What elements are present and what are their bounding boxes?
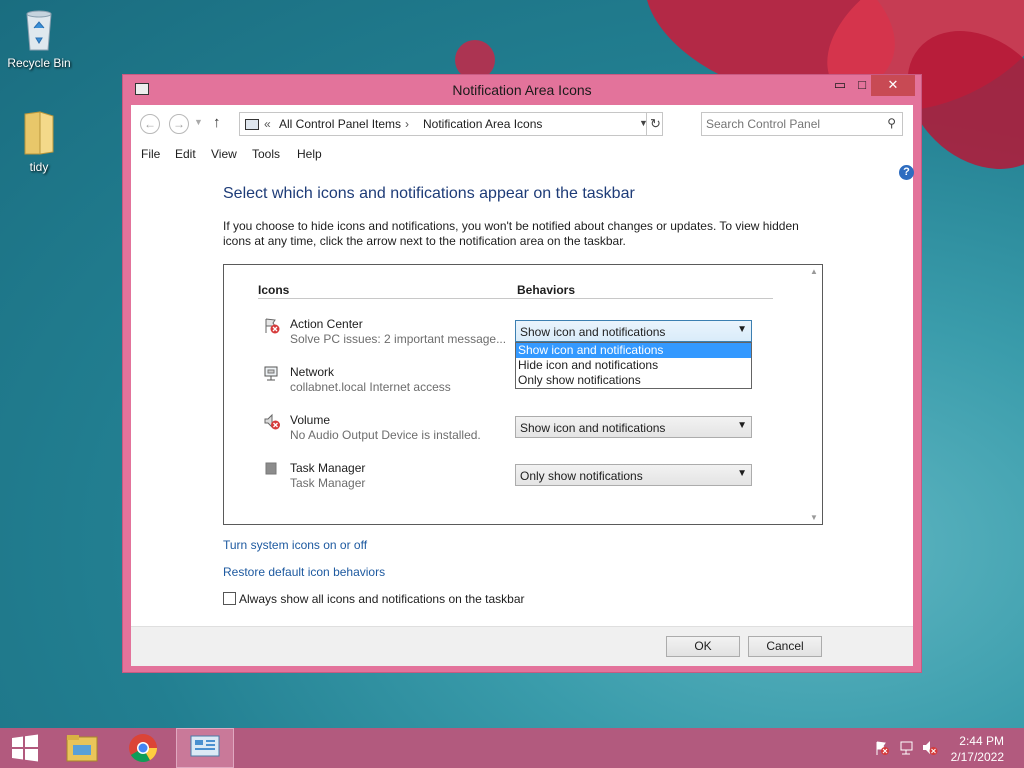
row-name-task-manager: Task Manager (290, 461, 366, 475)
search-box[interactable]: ⚲ (701, 112, 903, 136)
dropdown-option[interactable]: Only show notifications (516, 373, 751, 388)
row-desc-volume: No Audio Output Device is installed. (290, 428, 481, 442)
desktop-icon-label: Recycle Bin (7, 56, 71, 70)
breadcrumb-overflow[interactable]: « (264, 117, 271, 131)
chevron-down-icon: ▼ (737, 420, 747, 431)
refresh-icon[interactable]: ↻ (646, 112, 664, 136)
header-divider (258, 298, 773, 299)
always-show-all-label[interactable]: Always show all icons and notifications … (239, 592, 525, 606)
page-heading: Select which icons and notifications app… (223, 185, 635, 202)
scroll-up-arrow-icon[interactable]: ▲ (810, 267, 818, 276)
network-icon (263, 365, 281, 383)
desktop-icon-label: tidy (29, 160, 49, 174)
desktop-icon-recycle-bin[interactable]: Recycle Bin (3, 8, 75, 70)
behavior-dropdown-action-center[interactable]: Show icon and notifications ▼ (515, 320, 752, 342)
ok-button[interactable]: OK (666, 636, 740, 657)
restore-defaults-link[interactable]: Restore default icon behaviors (223, 565, 385, 579)
icons-list-panel: Icons Behaviors Action Center Solve PC i… (223, 264, 823, 525)
file-explorer-icon (66, 735, 98, 762)
clock-time: 2:44 PM (959, 734, 1004, 748)
windows-logo-icon (12, 734, 38, 762)
control-panel-icon (190, 735, 220, 757)
row-name-action-center: Action Center (290, 317, 363, 331)
menu-file[interactable]: File (141, 147, 160, 161)
page-description: If you choose to hide icons and notifica… (223, 219, 799, 248)
taskbar-file-explorer[interactable] (54, 728, 110, 768)
minimize-button[interactable]: ▭ (827, 75, 853, 96)
menu-view[interactable]: View (211, 147, 237, 161)
desktop-icon-tidy-folder[interactable]: tidy (3, 110, 75, 174)
list-scrollbar[interactable]: ▲ ▼ (806, 265, 822, 524)
notification-area-icons-window: Notification Area Icons ▭ □ ✕ ← → ▼ ↑ « … (122, 74, 922, 673)
dropdown-option[interactable]: Show icon and notifications (516, 343, 751, 358)
breadcrumb-all-control-panel-items[interactable]: All Control Panel Items (279, 117, 401, 131)
dropdown-value: Show icon and notifications (520, 421, 666, 435)
dropdown-value: Only show notifications (520, 469, 643, 483)
taskbar-chrome[interactable] (115, 728, 171, 768)
volume-muted-icon[interactable] (922, 740, 938, 759)
taskbar: 2:44 PM 2/17/2022 (0, 728, 1024, 768)
recent-pages-chevron-icon[interactable]: ▼ (194, 117, 203, 127)
behavior-dropdown-task-manager[interactable]: Only show notifications ▼ (515, 464, 752, 486)
recycle-bin-icon (23, 8, 55, 52)
title-bar[interactable]: Notification Area Icons ▭ □ ✕ (123, 75, 921, 105)
forward-button[interactable]: → (169, 114, 189, 134)
row-desc-action-center: Solve PC issues: 2 important message... (290, 332, 507, 346)
chevron-down-icon: ▼ (737, 468, 747, 479)
up-button[interactable]: ↑ (213, 114, 221, 131)
search-icon[interactable]: ⚲ (887, 116, 896, 130)
breadcrumb-notification-area-icons[interactable]: Notification Area Icons (423, 117, 542, 131)
maximize-button[interactable]: □ (853, 75, 871, 96)
menu-help[interactable]: Help (297, 147, 322, 161)
taskbar-control-panel-active[interactable] (176, 728, 234, 768)
menu-bar: File Edit View Tools Help (131, 143, 913, 165)
help-icon[interactable]: ? (899, 165, 914, 180)
breadcrumb-separator-icon[interactable]: › (405, 117, 409, 131)
scroll-down-arrow-icon[interactable]: ▼ (810, 513, 818, 522)
action-center-flag-icon[interactable] (874, 740, 890, 759)
row-desc-task-manager: Task Manager (290, 476, 366, 490)
task-manager-icon (263, 461, 281, 479)
dropdown-option[interactable]: Hide icon and notifications (516, 358, 751, 373)
close-button[interactable]: ✕ (871, 75, 915, 96)
dialog-footer: OK Cancel (131, 626, 913, 666)
volume-muted-icon (263, 413, 281, 431)
chevron-down-icon: ▼ (737, 324, 747, 335)
back-button[interactable]: ← (140, 114, 160, 134)
row-desc-network: collabnet.local Internet access (290, 380, 451, 394)
clock-date: 2/17/2022 (950, 750, 1004, 764)
network-icon[interactable] (899, 740, 915, 759)
address-bar[interactable]: « All Control Panel Items › Notification… (239, 112, 663, 136)
cancel-button[interactable]: Cancel (748, 636, 822, 657)
search-input[interactable] (704, 115, 876, 133)
taskbar-clock[interactable]: 2:44 PM 2/17/2022 (951, 733, 1004, 765)
window-client-area: ← → ▼ ↑ « All Control Panel Items › Noti… (131, 105, 914, 666)
start-button[interactable] (0, 728, 50, 768)
menu-edit[interactable]: Edit (175, 147, 196, 161)
turn-system-icons-link[interactable]: Turn system icons on or off (223, 538, 367, 552)
dropdown-value: Show icon and notifications (520, 325, 666, 339)
behavior-dropdown-list: Show icon and notifications Hide icon an… (515, 342, 752, 389)
column-header-icons: Icons (258, 283, 290, 297)
row-name-volume: Volume (290, 413, 331, 427)
menu-tools[interactable]: Tools (252, 147, 280, 161)
window-title: Notification Area Icons (452, 82, 592, 98)
control-panel-icon (245, 119, 259, 130)
folder-icon (22, 110, 56, 156)
column-header-behaviors: Behaviors (517, 283, 576, 297)
always-show-all-checkbox[interactable] (223, 592, 236, 605)
behavior-dropdown-volume[interactable]: Show icon and notifications ▼ (515, 416, 752, 438)
action-center-flag-icon (263, 317, 281, 335)
row-name-network: Network (290, 365, 335, 379)
desktop: Recycle Bin tidy Notification Area Icons… (0, 0, 1024, 728)
chrome-icon (129, 734, 157, 762)
